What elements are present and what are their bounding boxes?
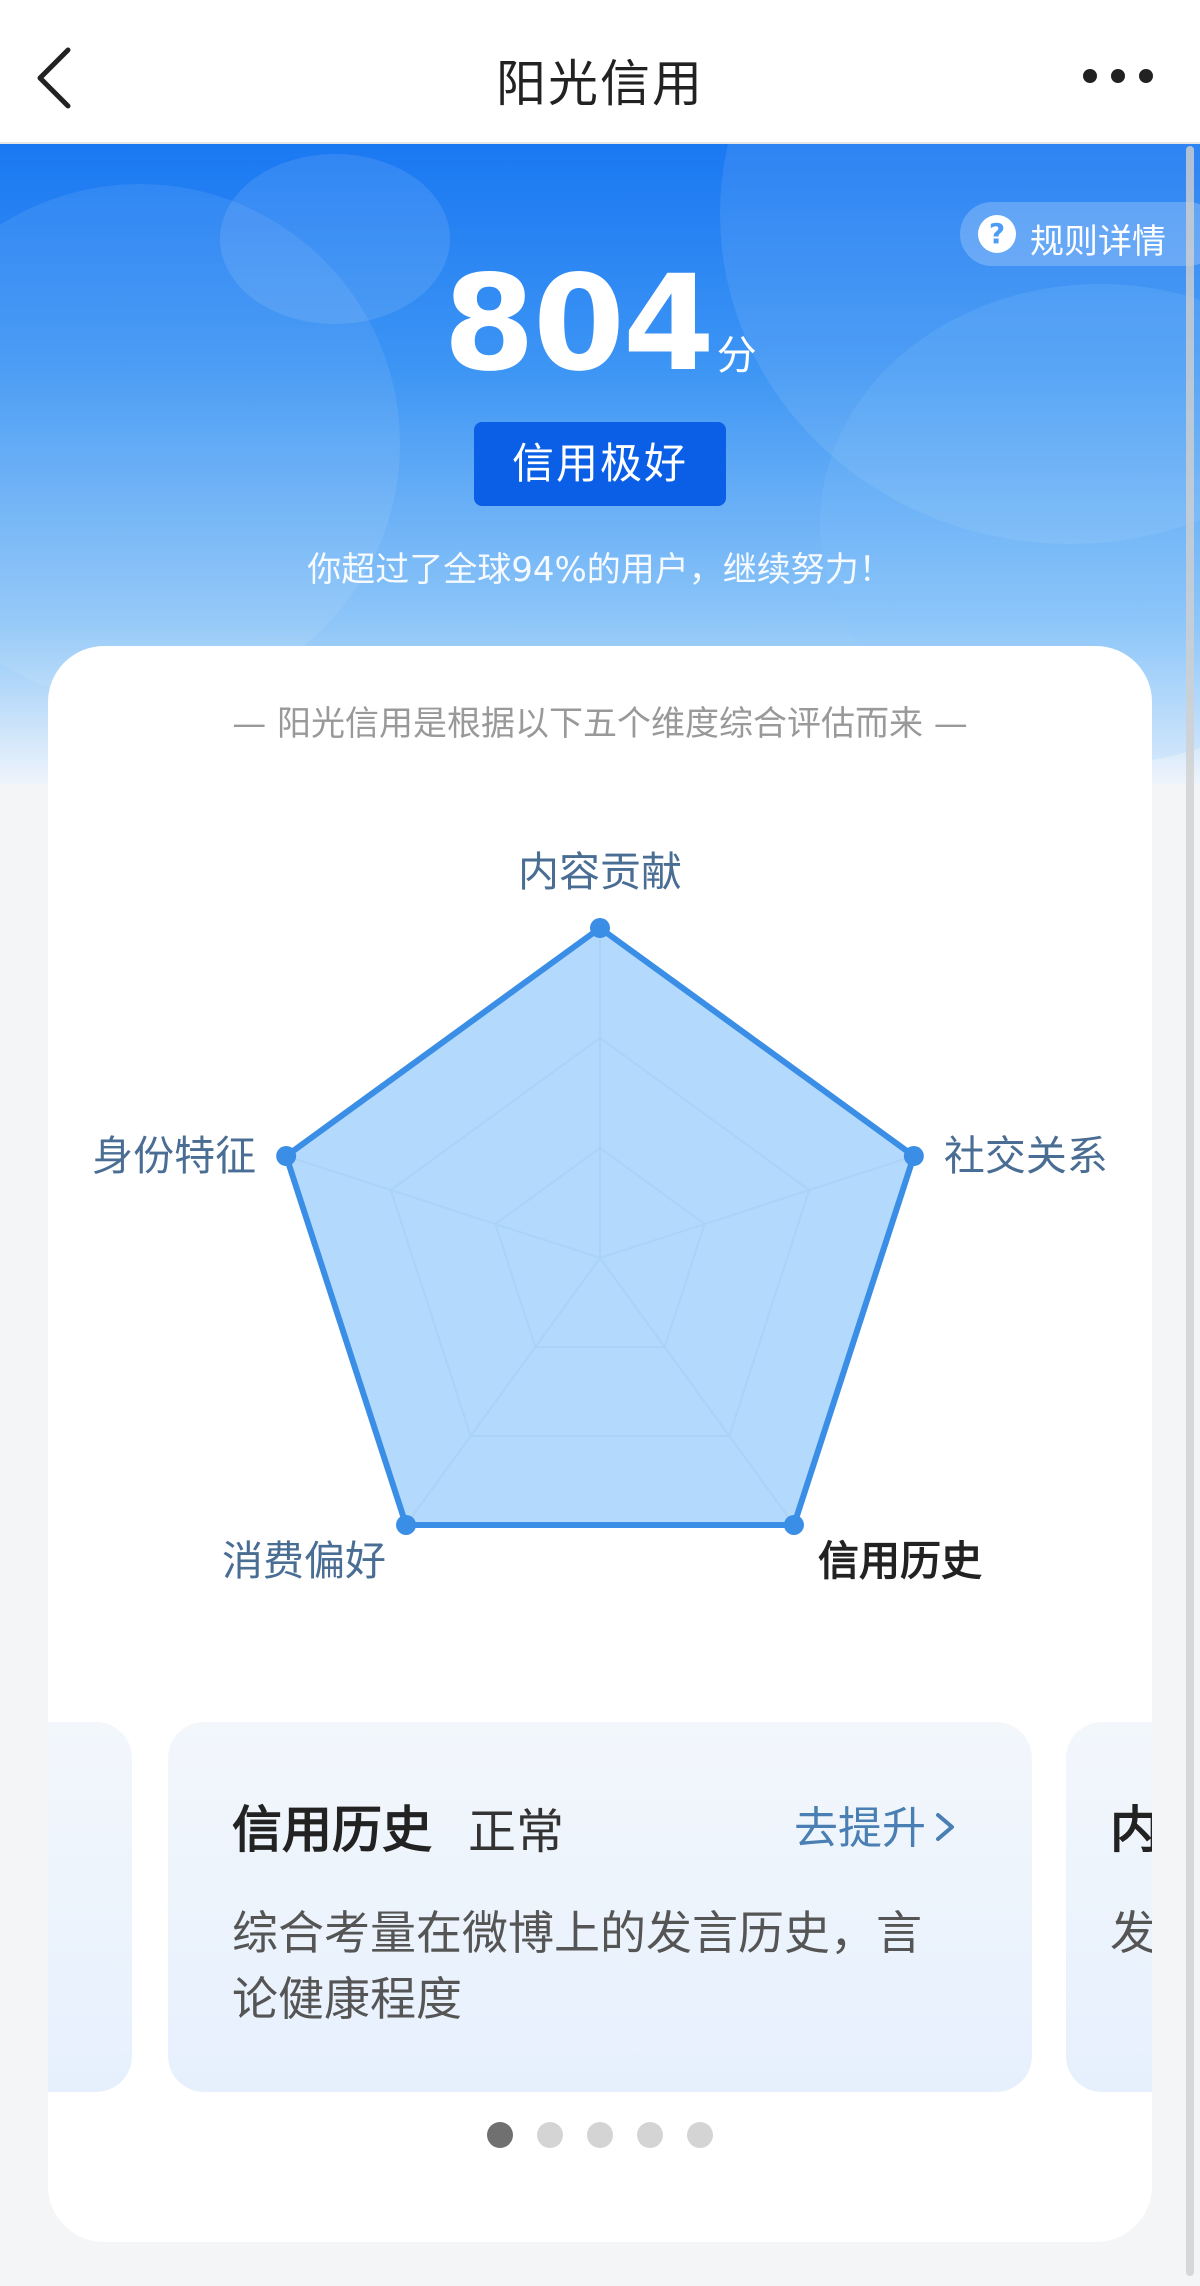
axis-label-content[interactable]: 内容贡献: [518, 848, 682, 896]
score-unit: 分: [716, 333, 757, 379]
next-card-description: 发信: [1110, 1906, 1152, 1960]
axis-label-consumption[interactable]: 消费偏好: [222, 1537, 386, 1585]
page-title: 阳光信用: [496, 55, 704, 113]
scrollbar[interactable]: [1186, 146, 1194, 2276]
score-display: 804 分: [0, 244, 1200, 404]
next-card-title: 内: [1110, 1801, 1152, 1859]
more-button[interactable]: [1070, 48, 1180, 104]
improve-link-label: 去提升: [794, 1803, 926, 1854]
credit-dimensions-card: — 阳光信用是根据以下五个维度综合评估而来 — 内容贡献 社交关系 信用历史 消…: [48, 646, 1152, 2242]
radar-area: [283, 925, 917, 1528]
dimension-card-prev[interactable]: [48, 1722, 132, 2092]
pager-dot[interactable]: [687, 2122, 713, 2148]
credit-level-badge: 信用极好: [474, 422, 726, 506]
radar-point: [590, 918, 610, 938]
pager-dot[interactable]: [487, 2122, 513, 2148]
radar-point: [396, 1514, 417, 1535]
axis-label-social[interactable]: 社交关系: [944, 1132, 1108, 1180]
score-value: 804: [443, 247, 715, 401]
percentile-text: 你超过了全球94%的用户，继续努力！: [307, 550, 893, 590]
more-dots-icon: [1083, 69, 1153, 83]
radar-chart: 内容贡献 社交关系 信用历史 消费偏好 身份特征: [92, 848, 1108, 1585]
dimension-title: 信用历史: [232, 1801, 432, 1859]
dimension-card-current[interactable]: 信用历史 正常 去提升 综合考量在微博上的发言历史，言论健康程度: [168, 1722, 1032, 2092]
axis-label-credit-history[interactable]: 信用历史: [818, 1537, 982, 1585]
improve-link[interactable]: 去提升: [794, 1792, 960, 1856]
dimension-status: 正常: [468, 1804, 565, 1860]
pager-dot[interactable]: [537, 2122, 563, 2148]
radar-point: [276, 1146, 297, 1167]
pager-dot[interactable]: [587, 2122, 613, 2148]
radar-point: [903, 1146, 924, 1167]
pager-dot[interactable]: [637, 2122, 663, 2148]
chevron-right-icon: [936, 1813, 954, 1841]
carousel-pager: [48, 2122, 1152, 2148]
dimension-description: 综合考量在微博上的发言历史，言论健康程度: [232, 1906, 922, 2026]
radar-point: [783, 1514, 804, 1535]
dimension-card-next[interactable]: 内 发信: [1066, 1722, 1152, 2092]
nav-bar: 阳光信用: [0, 0, 1200, 144]
axis-label-identity[interactable]: 身份特征: [92, 1132, 256, 1180]
